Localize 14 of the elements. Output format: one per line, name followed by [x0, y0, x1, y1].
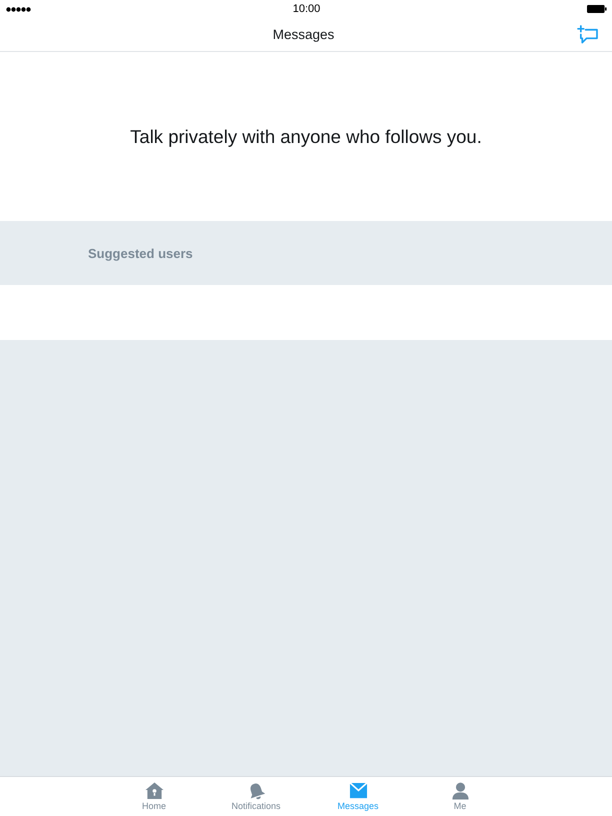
signal-icon: [6, 6, 31, 12]
house-icon[interactable]: [144, 782, 164, 800]
section-heading: Suggested users: [88, 246, 193, 260]
person-icon[interactable]: [450, 782, 470, 800]
status-time: 10:00: [292, 3, 320, 15]
tab-item[interactable]: Home: [120, 777, 188, 816]
tab-item[interactable]: Notifications: [222, 777, 290, 816]
empty-state-message: Talk privately with anyone who follows you.: [130, 126, 482, 148]
envelope-icon[interactable]: [348, 782, 368, 800]
new-message-icon[interactable]: [577, 25, 598, 44]
tab-item[interactable]: Me: [426, 777, 494, 816]
battery-icon: [587, 5, 607, 13]
navigation-title: Messages: [272, 27, 334, 42]
tab-item[interactable]: Messages: [324, 777, 392, 816]
